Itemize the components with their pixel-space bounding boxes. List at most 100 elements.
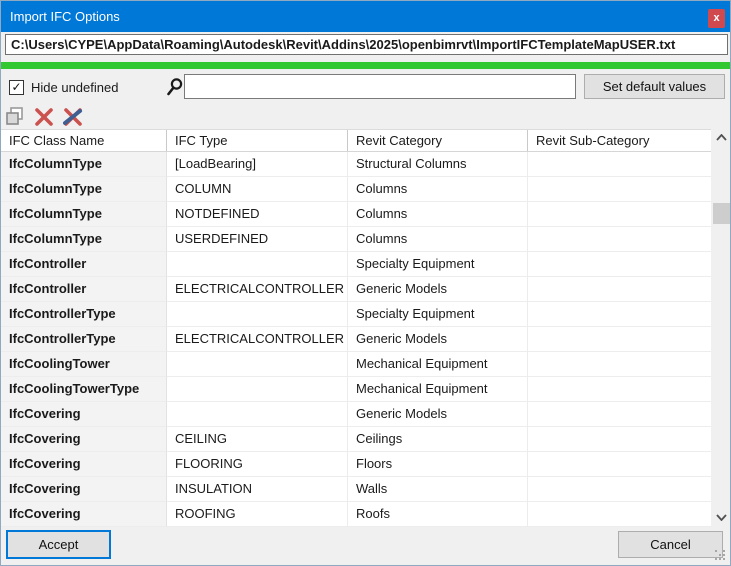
column-header-ifc-type[interactable]: IFC Type — [167, 130, 348, 151]
copy-icon[interactable] — [5, 106, 25, 126]
table-row[interactable]: IfcControllerType ELECTRICALCONTROLLER Gen… — [1, 327, 711, 352]
scroll-down-icon[interactable] — [711, 509, 730, 526]
table-row[interactable]: IfcCovering INSULATION Walls — [1, 477, 711, 502]
table-cell[interactable]: Generic Models — [348, 327, 528, 352]
scroll-up-icon[interactable] — [711, 129, 730, 146]
table-cell[interactable]: IfcCovering — [1, 477, 167, 502]
search-input[interactable] — [184, 74, 576, 99]
table-cell[interactable]: FLOORING — [167, 452, 348, 477]
table-row[interactable]: IfcController ELECTRICALCONTROLLER Generic… — [1, 277, 711, 302]
delete-all-icon[interactable] — [63, 106, 83, 126]
table-cell[interactable] — [528, 177, 711, 202]
table-cell[interactable] — [528, 377, 711, 402]
table-cell[interactable] — [528, 152, 711, 177]
table-cell[interactable] — [528, 352, 711, 377]
table-row[interactable]: IfcCovering ROOFING Roofs — [1, 502, 711, 527]
table-cell[interactable] — [528, 302, 711, 327]
table-cell[interactable]: IfcControllerType — [1, 327, 167, 352]
table-cell[interactable] — [167, 302, 348, 327]
table-cell[interactable]: IfcController — [1, 277, 167, 302]
close-icon[interactable]: x — [708, 9, 725, 28]
table-cell[interactable]: Columns — [348, 202, 528, 227]
table-cell[interactable]: COLUMN — [167, 177, 348, 202]
table-cell[interactable]: Specialty Equipment — [348, 252, 528, 277]
table-cell[interactable]: NOTDEFINED — [167, 202, 348, 227]
grid-toolbar — [5, 105, 83, 126]
table-cell[interactable]: IfcCovering — [1, 452, 167, 477]
table-cell[interactable] — [528, 427, 711, 452]
table-cell[interactable]: Generic Models — [348, 402, 528, 427]
table-cell[interactable] — [528, 277, 711, 302]
table-cell[interactable]: IfcController — [1, 252, 167, 277]
table-cell[interactable]: Walls — [348, 477, 528, 502]
table-cell[interactable] — [167, 377, 348, 402]
table-row[interactable]: IfcCovering CEILING Ceilings — [1, 427, 711, 452]
cancel-button[interactable]: Cancel — [618, 531, 723, 558]
table-cell[interactable]: Columns — [348, 227, 528, 252]
table-row[interactable]: IfcCoolingTower Mechanical Equipment — [1, 352, 711, 377]
column-header-revit-sub-category[interactable]: Revit Sub-Category — [528, 130, 711, 151]
hide-undefined-label[interactable]: Hide undefined — [31, 80, 118, 95]
table-cell[interactable] — [167, 252, 348, 277]
table-cell[interactable]: Structural Columns — [348, 152, 528, 177]
hide-undefined-checkbox[interactable]: ✓ — [9, 80, 24, 95]
table-cell[interactable]: IfcCovering — [1, 502, 167, 527]
resize-grip[interactable] — [715, 550, 727, 562]
table-cell[interactable] — [528, 452, 711, 477]
template-path-field[interactable]: C:\Users\CYPE\AppData\Roaming\Autodesk\R… — [5, 34, 728, 55]
accept-button[interactable]: Accept — [6, 530, 111, 559]
table-cell[interactable]: IfcColumnType — [1, 202, 167, 227]
table-row[interactable]: IfcColumnType COLUMN Columns — [1, 177, 711, 202]
table-cell[interactable] — [528, 477, 711, 502]
title-bar[interactable]: Import IFC Options x — [1, 1, 730, 32]
table-body: IfcColumnType [LoadBearing] Structural Col… — [1, 152, 711, 527]
table-cell[interactable]: Generic Models — [348, 277, 528, 302]
table-cell[interactable]: Specialty Equipment — [348, 302, 528, 327]
table-row[interactable]: IfcColumnType [LoadBearing] Structural Col… — [1, 152, 711, 177]
table-row[interactable]: IfcCovering Generic Models — [1, 402, 711, 427]
table-cell[interactable]: IfcColumnType — [1, 227, 167, 252]
table-row[interactable]: IfcColumnType USERDEFINED Columns — [1, 227, 711, 252]
set-default-values-button[interactable]: Set default values — [584, 74, 725, 99]
table-cell[interactable]: IfcCoolingTower — [1, 352, 167, 377]
table-cell[interactable]: Roofs — [348, 502, 528, 527]
table-cell[interactable] — [528, 202, 711, 227]
table-cell[interactable]: Columns — [348, 177, 528, 202]
table-row[interactable]: IfcCovering FLOORING Floors — [1, 452, 711, 477]
table-cell[interactable]: INSULATION — [167, 477, 348, 502]
table-cell[interactable]: ELECTRICALCONTROLLER — [167, 327, 348, 352]
table-cell[interactable]: IfcColumnType — [1, 152, 167, 177]
table-header: IFC Class Name IFC Type Revit Category R… — [1, 130, 711, 152]
table-cell[interactable]: CEILING — [167, 427, 348, 452]
table-cell[interactable]: Mechanical Equipment — [348, 377, 528, 402]
table-cell[interactable]: IfcControllerType — [1, 302, 167, 327]
table-row[interactable]: IfcControllerType Specialty Equipment — [1, 302, 711, 327]
mapping-table: IFC Class Name IFC Type Revit Category R… — [1, 129, 711, 527]
table-cell[interactable] — [167, 402, 348, 427]
table-cell[interactable]: IfcCoolingTowerType — [1, 377, 167, 402]
table-row[interactable]: IfcColumnType NOTDEFINED Columns — [1, 202, 711, 227]
table-row[interactable]: IfcCoolingTowerType Mechanical Equipment — [1, 377, 711, 402]
table-cell[interactable]: IfcCovering — [1, 402, 167, 427]
delete-icon[interactable] — [34, 106, 54, 126]
table-cell[interactable]: IfcCovering — [1, 427, 167, 452]
table-cell[interactable] — [528, 327, 711, 352]
table-cell[interactable]: USERDEFINED — [167, 227, 348, 252]
vertical-scrollbar[interactable] — [711, 129, 730, 526]
table-cell[interactable] — [528, 502, 711, 527]
table-cell[interactable] — [167, 352, 348, 377]
table-cell[interactable]: ROOFING — [167, 502, 348, 527]
table-cell[interactable]: Mechanical Equipment — [348, 352, 528, 377]
table-row[interactable]: IfcController Specialty Equipment — [1, 252, 711, 277]
table-cell[interactable] — [528, 252, 711, 277]
table-cell[interactable]: IfcColumnType — [1, 177, 167, 202]
scrollbar-thumb[interactable] — [713, 203, 730, 224]
column-header-ifc-class-name[interactable]: IFC Class Name — [1, 130, 167, 151]
table-cell[interactable]: Ceilings — [348, 427, 528, 452]
table-cell[interactable] — [528, 402, 711, 427]
table-cell[interactable]: Floors — [348, 452, 528, 477]
table-cell[interactable]: [LoadBearing] — [167, 152, 348, 177]
table-cell[interactable] — [528, 227, 711, 252]
column-header-revit-category[interactable]: Revit Category — [348, 130, 528, 151]
table-cell[interactable]: ELECTRICALCONTROLLER — [167, 277, 348, 302]
